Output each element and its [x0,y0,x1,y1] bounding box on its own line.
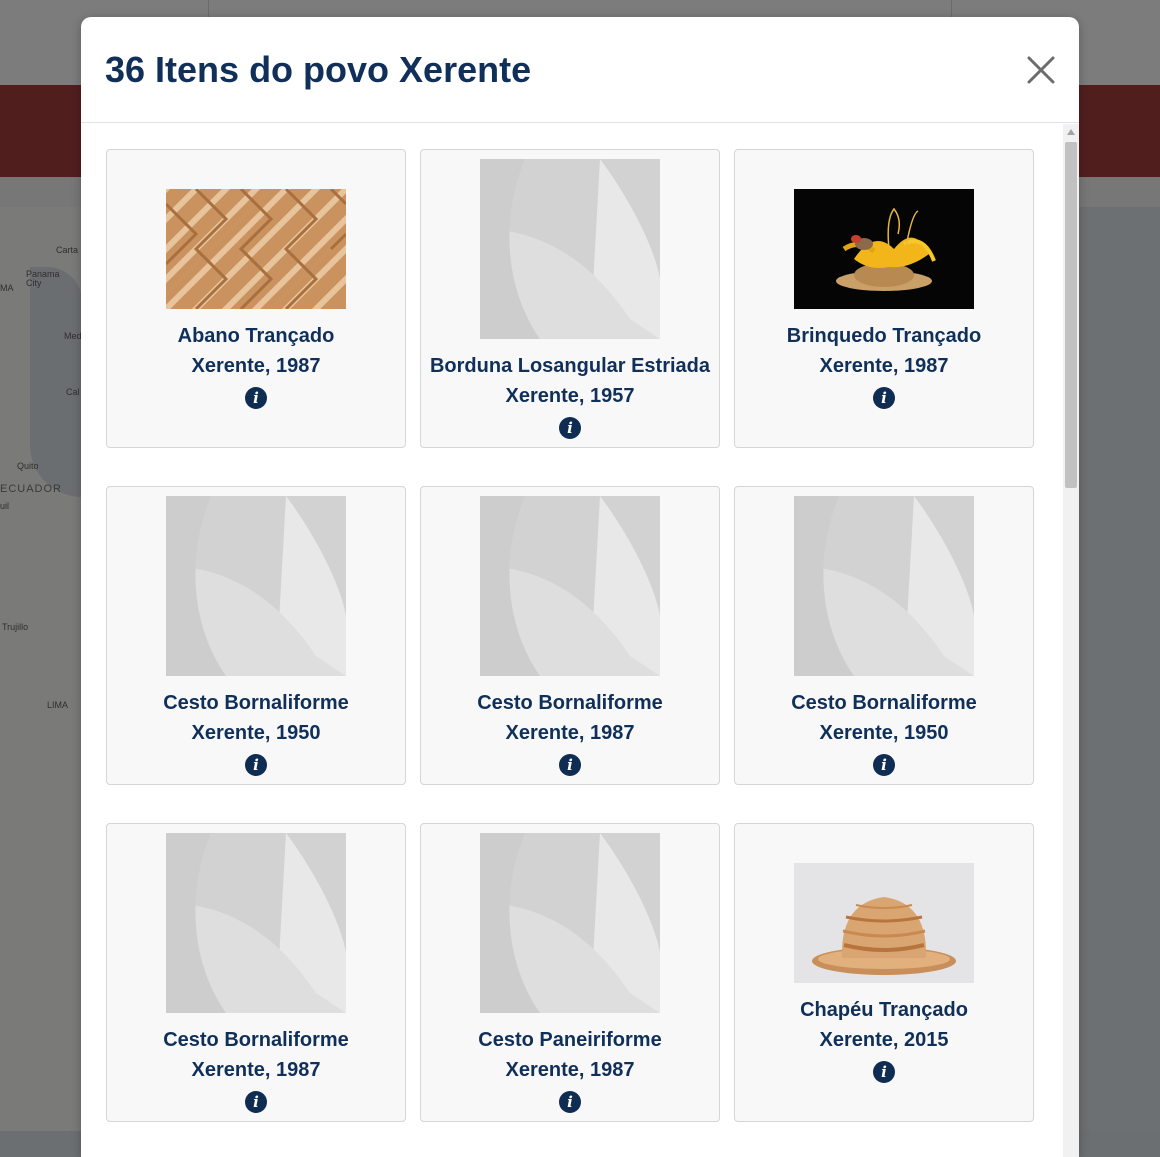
item-card[interactable]: Cesto Bornaliforme Xerente, 1950 i [734,486,1034,785]
item-card[interactable]: Cesto Bornaliforme Xerente, 1987 i [106,823,406,1122]
item-card[interactable]: Abano Trançado Xerente, 1987 i [106,149,406,448]
item-subtitle: Xerente, 1987 [505,1058,635,1081]
placeholder-image [794,495,974,676]
item-subtitle: Xerente, 1987 [505,721,635,744]
map-label: Panama City [26,269,60,288]
feathered-toy-image [794,188,974,309]
woven-fan-image [166,188,346,309]
item-subtitle: Xerente, 1950 [191,721,321,744]
placeholder-image [480,158,660,339]
item-subtitle: Xerente, 2015 [819,1028,949,1051]
item-subtitle: Xerente, 1957 [505,384,635,407]
item-name: Cesto Bornaliforme [163,691,349,714]
item-name: Borduna Losangular Estriada [429,354,711,377]
modal-title: 36 Itens do povo Xerente [105,49,532,90]
item-subtitle: Xerente, 1987 [819,354,949,377]
modal-scrollbar[interactable] [1063,124,1079,1157]
map-label: Quito [17,461,39,471]
item-card[interactable]: Borduna Losangular Estriada Xerente, 195… [420,149,720,448]
item-subtitle: Xerente, 1987 [191,354,321,377]
info-icon[interactable]: i [873,386,895,409]
info-icon[interactable]: i [245,753,267,776]
info-icon[interactable]: i [559,416,581,439]
map-label: uil [0,501,10,511]
map-label: Carta [56,245,79,255]
item-name: Cesto Bornaliforme [791,691,977,714]
placeholder-image [166,495,346,676]
info-icon[interactable]: i [245,1090,267,1113]
item-card[interactable]: Cesto Bornaliforme Xerente, 1950 i [106,486,406,785]
map-label: Trujillo [2,622,29,632]
scroll-up-arrow-icon[interactable] [1067,129,1075,135]
item-card[interactable]: Chapéu Trançado Xerente, 2015 i [734,823,1034,1122]
map-label: MA [0,283,14,293]
item-name: Cesto Bornaliforme [477,691,663,714]
map-label: Cal [66,387,80,397]
info-icon[interactable]: i [559,1090,581,1113]
placeholder-image [480,832,660,1013]
item-name: Cesto Paneiriforme [478,1028,662,1051]
map-label: ECUADOR [0,483,63,495]
info-icon[interactable]: i [873,1060,895,1083]
item-card[interactable]: Cesto Paneiriforme Xerente, 1987 i [420,823,720,1122]
map-label: LIMA [47,700,69,710]
placeholder-image [480,495,660,676]
item-card[interactable]: Cesto Bornaliforme Xerente, 1987 i [420,486,720,785]
info-icon[interactable]: i [873,753,895,776]
item-subtitle: Xerente, 1987 [191,1058,321,1081]
woven-hat-image [794,862,974,983]
map-label: Med [64,331,82,341]
modal-body: Abano Trançado Xerente, 1987 i Borduna L… [81,124,1079,1157]
item-name: Cesto Bornaliforme [163,1028,349,1051]
items-modal: 36 Itens do povo Xerente Abano Trançado … [81,17,1079,1157]
item-subtitle: Xerente, 1950 [819,721,949,744]
item-name: Chapéu Trançado [800,998,968,1021]
modal-header: 36 Itens do povo Xerente [81,17,1079,123]
close-icon [1027,56,1055,84]
item-name: Brinquedo Trançado [786,324,982,347]
item-card[interactable]: Brinquedo Trançado Xerente, 1987 i [734,149,1034,448]
close-button[interactable] [1021,50,1061,90]
info-icon[interactable]: i [245,386,267,409]
scrollbar-thumb[interactable] [1065,142,1077,488]
info-icon[interactable]: i [559,753,581,776]
placeholder-image [166,832,346,1013]
item-name: Abano Trançado [177,324,335,347]
items-grid: Abano Trançado Xerente, 1987 i Borduna L… [106,149,1034,1122]
